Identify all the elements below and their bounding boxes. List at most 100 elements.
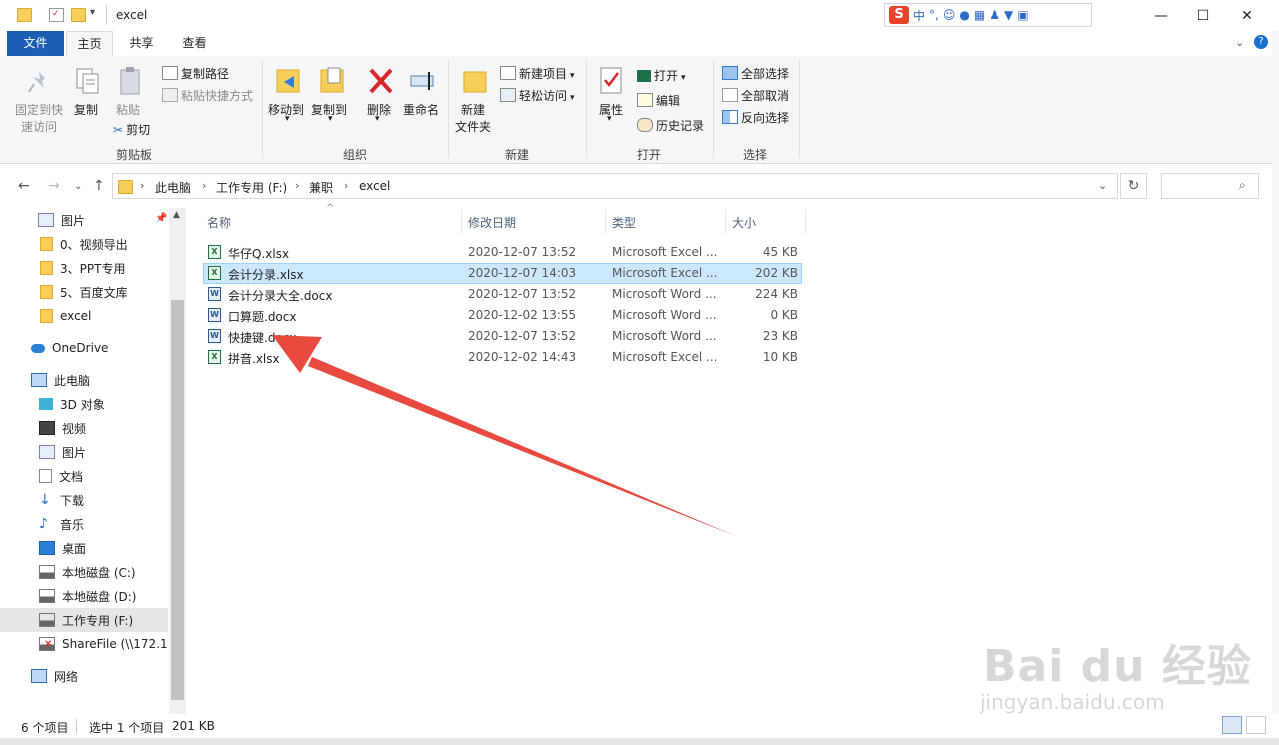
nav-item-onedrive[interactable]: OneDrive (0, 336, 168, 360)
copy-to-dropdown-icon[interactable]: ▾ (328, 114, 333, 124)
nav-item-pictures-quick[interactable]: 图片 📌 (0, 208, 168, 232)
recent-locations-icon[interactable]: ⌄ (74, 181, 82, 192)
nav-item-music[interactable]: ♪ 音乐 (0, 512, 168, 536)
breadcrumb-excel[interactable]: excel (359, 179, 390, 193)
pin-label-1[interactable]: 固定到快 (15, 101, 63, 118)
breadcrumb-this-pc[interactable]: 此电脑 (155, 179, 191, 196)
tab-home[interactable]: 主页 (66, 31, 113, 57)
customize-toolbar-icon[interactable]: ▾ (90, 7, 95, 18)
up-icon[interactable]: ↑ (93, 178, 105, 194)
column-divider[interactable] (605, 210, 606, 234)
new-folder-label-2[interactable]: 文件夹 (455, 118, 491, 135)
copy-path-button[interactable]: 复制路径 (162, 65, 229, 82)
title-bar: ✓ ▾ excel S 中 °, ☺ ● ▦ ♟ ▼ ▣ — ☐ ✕ (0, 0, 1279, 31)
cut-button[interactable]: ✂ 剪切 (113, 121, 150, 138)
breadcrumb-jianzhi[interactable]: 兼职 (309, 179, 333, 196)
minimize-button[interactable]: — (1138, 0, 1184, 31)
tab-share[interactable]: 共享 (118, 31, 165, 56)
new-folder-label-1[interactable]: 新建 (461, 101, 485, 118)
back-icon[interactable]: ← (18, 178, 30, 194)
close-button[interactable]: ✕ (1224, 0, 1270, 31)
open-button[interactable]: 打开 ▾ (637, 67, 686, 84)
address-bar[interactable]: › 此电脑 › 工作专用 (F:) › 兼职 › excel ⌄ (112, 173, 1118, 199)
easy-access-button[interactable]: 轻松访问 ▾ (500, 87, 575, 104)
large-icons-view-icon[interactable] (1246, 716, 1266, 734)
select-none-button[interactable]: 全部取消 (722, 87, 789, 104)
ime-lang[interactable]: 中 (913, 7, 925, 24)
paste-shortcut-button[interactable]: 粘贴快捷方式 (162, 87, 253, 104)
breadcrumb-drive-f[interactable]: 工作专用 (F:) (216, 179, 287, 196)
refresh-icon[interactable]: ↻ (1120, 173, 1147, 199)
microphone-icon[interactable]: ● (959, 8, 969, 22)
file-row[interactable]: W 会计分录大全.docx 2020-12-07 13:52 Microsoft… (203, 284, 802, 305)
column-header-date[interactable]: 修改日期 (468, 214, 516, 231)
chevron-right-icon[interactable]: › (344, 179, 348, 192)
nav-item-3d-objects[interactable]: 3D 对象 (0, 392, 168, 416)
nav-item-desktop[interactable]: 桌面 (0, 536, 168, 560)
nav-item-folder[interactable]: 3、PPT专用 (0, 256, 168, 280)
nav-item-drive-d[interactable]: 本地磁盘 (D:) (0, 584, 168, 608)
column-header-size[interactable]: 大小 (732, 214, 756, 231)
paste-button[interactable]: 粘贴 (116, 101, 140, 118)
maximize-button[interactable]: ☐ (1180, 0, 1226, 31)
copy-button[interactable]: 复制 (74, 101, 98, 118)
file-row[interactable]: X 华仔Q.xlsx 2020-12-07 13:52 Microsoft Ex… (203, 242, 802, 263)
details-view-icon[interactable] (1222, 716, 1242, 734)
scroll-up-icon[interactable]: ▲ (173, 210, 180, 220)
emoji-icon[interactable]: ☺ (943, 8, 956, 22)
keyboard-icon[interactable]: ▦ (974, 8, 985, 22)
nav-item-documents[interactable]: 文档 (0, 464, 168, 488)
new-item-button[interactable]: 新建项目 ▾ (500, 65, 575, 82)
tab-file[interactable]: 文件 (7, 31, 64, 56)
nav-item-folder[interactable]: 0、视频导出 (0, 232, 168, 256)
ime-toolbar[interactable]: S 中 °, ☺ ● ▦ ♟ ▼ ▣ (884, 3, 1092, 27)
select-all-button[interactable]: 全部选择 (722, 65, 789, 82)
pin-label-2[interactable]: 速访问 (21, 118, 57, 135)
nav-item-sharefile[interactable]: ✕ ShareFile (\\172.16 (0, 632, 168, 656)
forward-icon[interactable]: → (48, 178, 60, 194)
pin-icon[interactable]: 📌 (155, 213, 167, 224)
nav-label: 本地磁盘 (C:) (62, 565, 136, 580)
sogou-logo-icon[interactable]: S (889, 6, 909, 24)
file-name: 华仔Q.xlsx (228, 247, 290, 261)
edit-button[interactable]: 编辑 (637, 92, 680, 109)
nav-item-videos[interactable]: 视频 (0, 416, 168, 440)
chevron-right-icon[interactable]: › (295, 179, 299, 192)
rename-button[interactable]: 重命名 (403, 101, 439, 118)
nav-item-pictures[interactable]: 图片 (0, 440, 168, 464)
chevron-right-icon[interactable]: › (140, 179, 144, 192)
nav-item-network[interactable]: 网络 (0, 664, 168, 688)
invert-selection-button[interactable]: 反向选择 (722, 109, 789, 126)
column-divider[interactable] (461, 210, 462, 234)
column-divider[interactable] (805, 210, 806, 234)
history-button[interactable]: 历史记录 (637, 117, 704, 134)
move-to-dropdown-icon[interactable]: ▾ (285, 114, 290, 124)
collapse-ribbon-icon[interactable]: ⌄ (1235, 36, 1244, 49)
grid-icon[interactable]: ▣ (1017, 8, 1028, 22)
column-header-name[interactable]: 名称 (207, 214, 231, 231)
skin-icon[interactable]: ▼ (1004, 8, 1013, 22)
ime-punct[interactable]: °, (929, 8, 939, 22)
user-icon[interactable]: ♟ (989, 8, 1000, 22)
tab-view[interactable]: 查看 (171, 31, 218, 56)
column-header-type[interactable]: 类型 (612, 214, 636, 231)
nav-scrollbar-thumb[interactable] (171, 300, 184, 700)
help-icon[interactable]: ? (1254, 35, 1268, 49)
file-row-selected[interactable]: X 会计分录.xlsx 2020-12-07 14:03 Microsoft E… (203, 263, 802, 284)
properties-icon[interactable]: ✓ (49, 8, 64, 22)
group-separator (262, 60, 263, 158)
new-folder-icon[interactable] (71, 8, 86, 22)
properties-dropdown-icon[interactable]: ▾ (607, 114, 612, 124)
column-divider[interactable] (725, 210, 726, 234)
nav-item-downloads[interactable]: ↓ 下载 (0, 488, 168, 512)
nav-item-folder[interactable]: excel (0, 304, 168, 328)
nav-item-drive-f[interactable]: 工作专用 (F:) (0, 608, 168, 632)
search-input[interactable]: ⌕ (1161, 173, 1259, 199)
nav-item-drive-c[interactable]: 本地磁盘 (C:) (0, 560, 168, 584)
nav-item-this-pc[interactable]: 此电脑 (0, 368, 168, 392)
chevron-right-icon[interactable]: › (202, 179, 206, 192)
delete-dropdown-icon[interactable]: ▾ (375, 114, 380, 124)
address-dropdown-icon[interactable]: ⌄ (1098, 179, 1107, 192)
nav-item-folder[interactable]: 5、百度文库 (0, 280, 168, 304)
file-row[interactable]: W 口算题.docx 2020-12-02 13:55 Microsoft Wo… (203, 305, 802, 326)
